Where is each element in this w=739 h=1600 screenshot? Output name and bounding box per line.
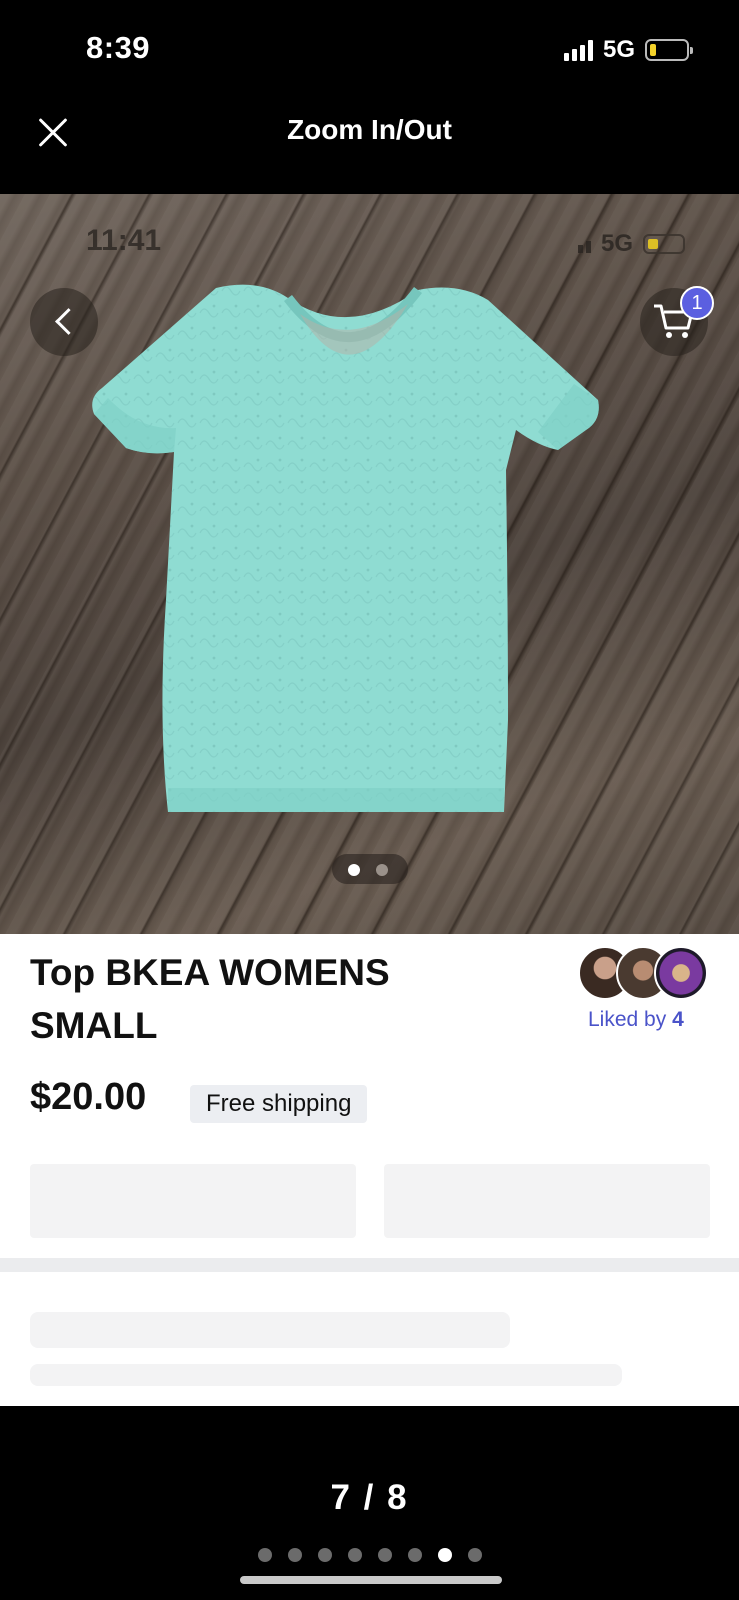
screenshot-status-icons: 5G: [577, 230, 685, 258]
liked-by-label: Liked by: [588, 1008, 667, 1031]
screenshot-status-time: 11:41: [86, 224, 162, 257]
gallery-dot[interactable]: [377, 1548, 392, 1562]
listing-title: Top BKEA WOMENS SMALL: [30, 952, 390, 1046]
screenshot-signal-icon: [577, 235, 591, 253]
image-pager: [332, 854, 408, 884]
image-counter: 7 / 8: [330, 1478, 409, 1517]
gallery-dot[interactable]: [407, 1548, 422, 1562]
placeholder-block: [30, 1164, 356, 1238]
network-label: 5G: [602, 36, 635, 63]
avatar: [654, 946, 708, 1000]
viewer-top-bar: Zoom In/Out: [0, 100, 739, 194]
screenshot-network-label: 5G: [600, 230, 633, 257]
back-icon: [30, 288, 98, 356]
gallery-dot[interactable]: [257, 1548, 272, 1562]
shipping-badge: Free shipping: [190, 1085, 368, 1123]
image-pager-dot: [376, 864, 388, 876]
placeholder-line: [30, 1364, 622, 1386]
gallery-dot[interactable]: [317, 1548, 332, 1562]
zoomed-image[interactable]: 11:41 5G 1 Top BKEA WOMENS SMALL Liked b…: [0, 194, 739, 1406]
placeholder-block: [384, 1164, 710, 1238]
battery-icon: [645, 39, 693, 61]
home-indicator[interactable]: [240, 1576, 502, 1584]
status-time: 8:39: [86, 30, 151, 65]
gallery-dot[interactable]: [287, 1548, 302, 1562]
liked-by-count: 4: [672, 1008, 684, 1031]
section-divider: [0, 1258, 739, 1272]
shirt-image: [92, 284, 599, 813]
placeholder-line: [30, 1312, 510, 1348]
liked-by-text: Liked by 4: [588, 1008, 684, 1032]
product-photo[interactable]: 11:41 5G 1: [0, 194, 739, 934]
status-bar: 8:39 5G: [0, 0, 739, 100]
viewer-title: Zoom In/Out: [287, 114, 452, 145]
status-icons: 5G: [563, 36, 693, 64]
liker-avatars: [578, 946, 708, 1002]
listing-price: $20.00: [30, 1076, 147, 1118]
image-pager-dot-active: [348, 864, 360, 876]
gallery-dot[interactable]: [467, 1548, 482, 1562]
gallery-dot-active[interactable]: [437, 1548, 452, 1562]
cart-count-badge: 1: [680, 286, 714, 320]
screenshot-battery-icon: [643, 234, 685, 254]
signal-icon: [563, 39, 593, 61]
gallery-dot[interactable]: [347, 1548, 362, 1562]
gallery-pager: [0, 1548, 739, 1562]
